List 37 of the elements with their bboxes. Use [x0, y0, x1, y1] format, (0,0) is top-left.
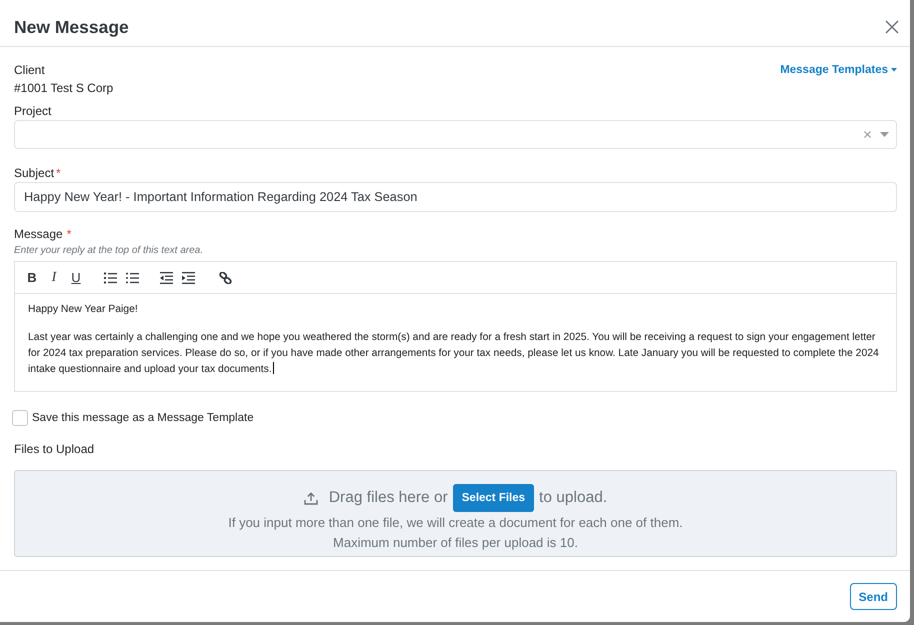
clear-icon[interactable] [864, 131, 871, 138]
message-paragraph: Last year was certainly a challenging one and we hope you weathered the storm(s) and are ready for a fresh start in 2025. You will be receiving a request to sign your engagement letter for 2024 tax preparation services. Please do so, or if you have made other arrangements for your tax needs, please let us know. Late January you will be requested to complete the 2024 intake questionnaire and upload your tax documents. [28, 332, 879, 375]
bulleted-list-icon[interactable] [126, 272, 138, 284]
indent-icon[interactable] [182, 272, 194, 284]
message-editor-field[interactable] [14, 261, 897, 392]
client-name: #1001 Test S Corp [14, 80, 114, 97]
message-paragraph: Happy New Year Paige! [28, 304, 138, 315]
dropzone-prompt: Drag files here or [328, 489, 448, 507]
link-icon[interactable] [218, 272, 232, 284]
subject-label: Subject [14, 165, 54, 182]
message-templates-dropdown[interactable]: Message Templates [780, 61, 897, 79]
dropzone-prompt: to upload. [539, 489, 608, 507]
italic-button[interactable]: I [43, 266, 65, 288]
dialog-title: New Message [14, 16, 129, 38]
save-template-checkbox[interactable] [12, 410, 28, 426]
subject-field[interactable]: Happy New Year! - Important Information Regarding 2024 Tax Season [14, 182, 897, 212]
select-files-button[interactable]: Select Files [452, 484, 534, 512]
required-asterisk: * [56, 165, 61, 182]
required-asterisk: * [66, 226, 72, 243]
save-template-label: Save this message as a Message Template [32, 411, 254, 426]
outdent-icon[interactable] [160, 272, 172, 284]
client-label: Client [14, 62, 46, 79]
close-icon[interactable] [885, 20, 899, 34]
upload-icon [304, 492, 318, 504]
message-label: Message [14, 226, 63, 243]
numbered-list-icon[interactable] [104, 272, 116, 284]
files-to-upload-label: Files to Upload [14, 441, 96, 458]
caret-down-icon[interactable] [891, 68, 897, 72]
send-button[interactable]: Send [850, 583, 897, 610]
caret-down-icon[interactable] [880, 132, 889, 137]
message-hint: Enter your reply at the top of this text area. [14, 244, 204, 258]
dropzone-note: Maximum number of files per upload is 10. [333, 534, 578, 552]
underline-button[interactable]: U [65, 266, 87, 288]
file-dropzone[interactable]: Drag files here or Select Files to upload. If you input more than one file, we will create a document for each one of them. Maximum number of files per upload is 10. [14, 470, 897, 557]
bold-button[interactable]: B [21, 266, 43, 288]
project-label: Project [14, 103, 52, 120]
dropzone-note: If you input more than one file, we will create a document for each one of them. [228, 514, 683, 532]
